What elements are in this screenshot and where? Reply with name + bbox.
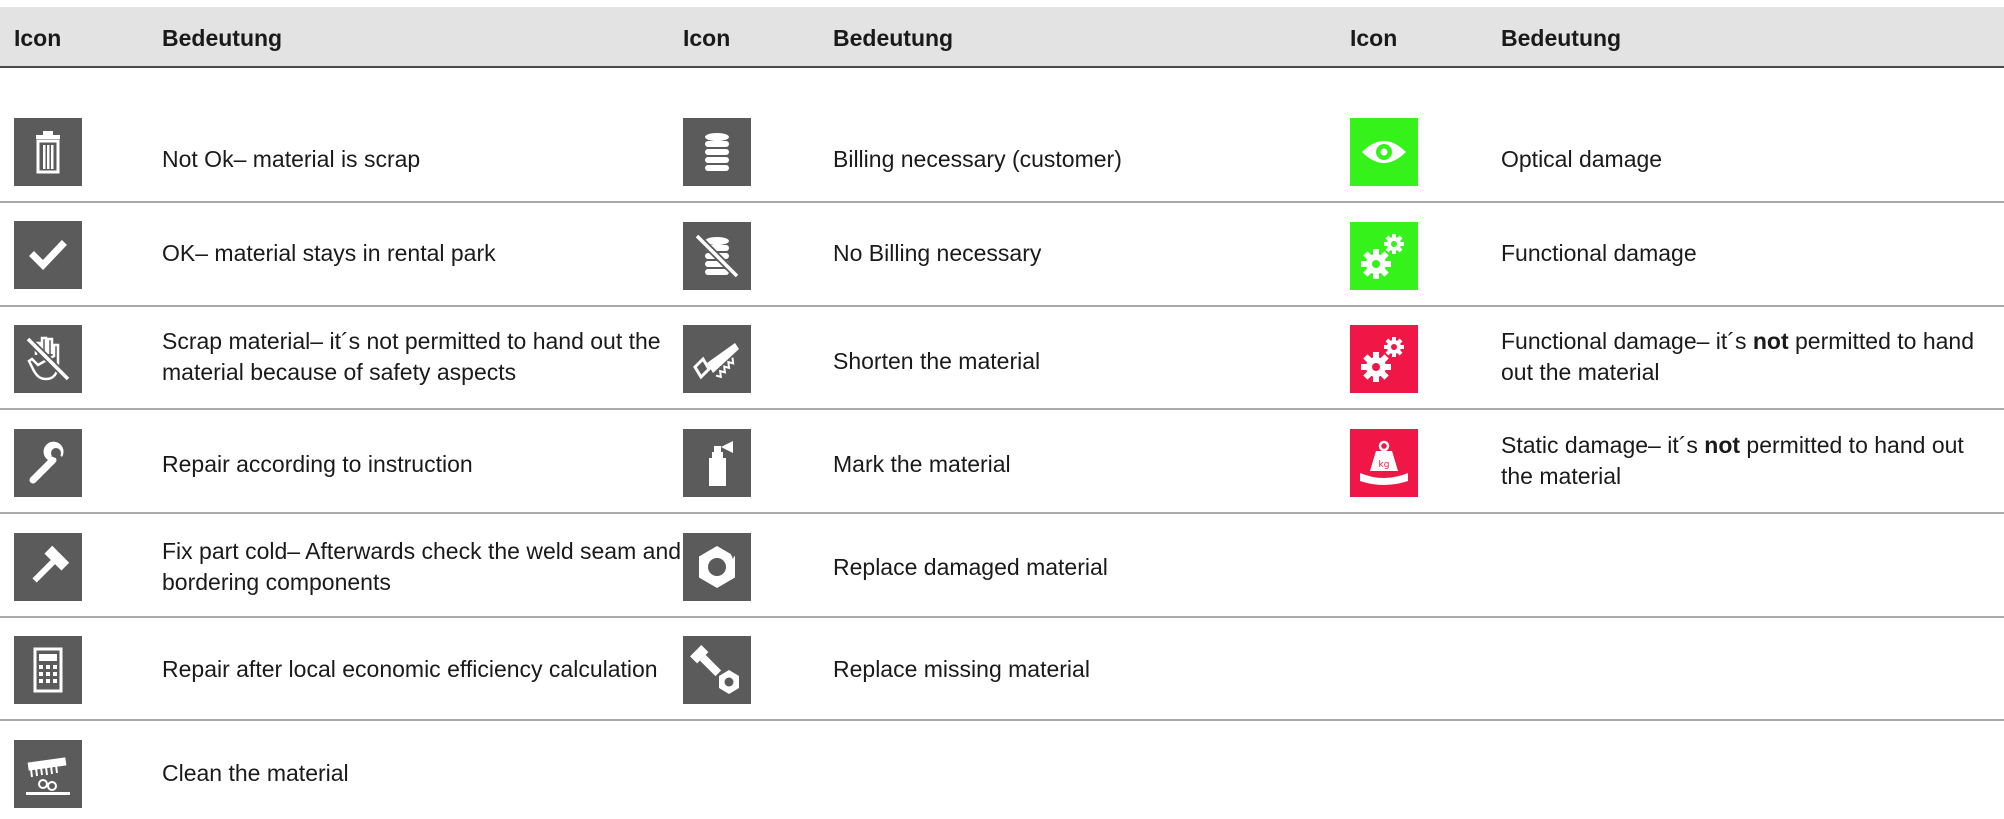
list-item-text: Static damage– it´s not permitted to han…: [1501, 432, 1964, 489]
no-hand-icon: [14, 325, 82, 393]
list-item-text: Billing necessary (customer): [833, 145, 1122, 172]
list-item-text: Shorten the material: [833, 347, 1041, 374]
header-meaning-col-2: Bedeutung: [833, 25, 954, 51]
header-icon-col-2: Icon: [683, 25, 731, 51]
list-item-text: No Billing necessary: [833, 239, 1042, 266]
list-item-text: Repair according to instruction: [162, 450, 473, 477]
row-separator: [0, 719, 2004, 721]
saw-icon: [683, 325, 751, 393]
weight-red-icon: kg: [1350, 429, 1418, 497]
row-separator: [0, 512, 2004, 514]
header-icon-col-1: Icon: [14, 25, 62, 51]
list-item-text: Replace damaged material: [833, 553, 1108, 580]
header-icon-col-3: Icon: [1350, 25, 1398, 51]
header-meaning-col-1: Bedeutung: [162, 25, 283, 51]
list-item-text: Repair after local economic efficiency c…: [162, 655, 658, 682]
list-item-text: Mark the material: [833, 450, 1011, 477]
spray-can-icon: [683, 429, 751, 497]
row-separator: [0, 616, 2004, 618]
gears-red-icon: [1350, 325, 1418, 393]
table-header: Icon Bedeutung Icon Bedeutung Icon Bedeu…: [0, 7, 2004, 68]
list-item-text: Optical damage: [1501, 145, 1663, 172]
nut-icon: [683, 533, 751, 601]
list-item-text: Functional damage– it´s not permitted to…: [1501, 328, 1975, 385]
row-separator: [0, 305, 2004, 307]
no-coins-icon: [683, 222, 751, 290]
brush-icon: [14, 740, 82, 808]
list-item-text: Clean the material: [162, 759, 349, 786]
row-separator: [0, 408, 2004, 410]
hammer-icon: [14, 533, 82, 601]
eye-icon: [1350, 118, 1418, 186]
row-separator: [0, 201, 2004, 203]
list-item-text: Fix part cold– Afterwards check the weld…: [162, 538, 682, 595]
check-icon: [14, 221, 82, 289]
calculator-icon: [14, 636, 82, 704]
bolt-nut-icon: [683, 636, 751, 704]
list-item-text: Functional damage: [1501, 239, 1697, 266]
list-item-text: OK– material stays in rental park: [162, 239, 496, 266]
wrench-icon: [14, 429, 82, 497]
list-item-text: Replace missing material: [833, 655, 1090, 682]
list-item-text: Scrap material– it´s not permitted to ha…: [162, 328, 661, 385]
svg-text:kg: kg: [1379, 460, 1390, 470]
trash-icon: [14, 118, 82, 186]
header-meaning-col-3: Bedeutung: [1501, 25, 1622, 51]
list-item-text: Not Ok– material is scrap: [162, 145, 421, 172]
gears-green-icon: [1350, 222, 1418, 290]
coins-icon: [683, 118, 751, 186]
